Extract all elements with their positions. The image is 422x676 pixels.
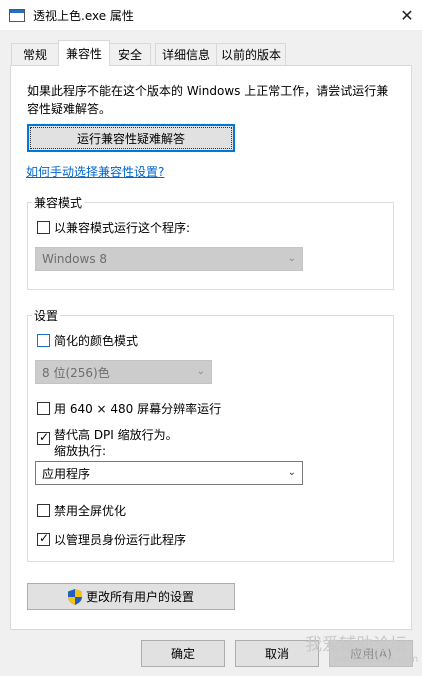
dpi-override-label: 替代高 DPI 缩放行为。	[54, 428, 178, 442]
color-depth-select: 8 位(256)色 ⌄	[35, 360, 212, 384]
compat-mode-checkbox[interactable]	[37, 221, 50, 234]
intro-text: 如果此程序不能在这个版本的 Windows 上正常工作，请尝试运行兼容性疑难解答…	[27, 84, 389, 116]
settings-group-title: 设置	[32, 307, 61, 324]
manual-settings-link[interactable]: 如何手动选择兼容性设置?	[26, 163, 164, 180]
checkmark-icon: ✓	[39, 531, 50, 545]
exe-window-icon	[9, 9, 25, 22]
change-all-users-label: 更改所有用户的设置	[85, 590, 194, 604]
fullscreen-opt-label: 禁用全屏优化	[54, 504, 127, 518]
reduced-color-label: 简化的颜色模式	[54, 334, 139, 348]
tab-previous-versions[interactable]: 以前的版本	[216, 43, 286, 65]
compat-mode-label: 以兼容模式运行这个程序:	[54, 221, 191, 235]
run-as-admin-label: 以管理员身份运行此程序	[54, 533, 187, 547]
change-all-users-button[interactable]: 更改所有用户的设置	[27, 583, 235, 610]
dpi-override-checkbox[interactable]: ✓	[37, 430, 50, 445]
dpi-scaling-select[interactable]: 应用程序 ⌄	[35, 461, 303, 485]
tab-security[interactable]: 安全	[109, 43, 151, 65]
res-640-checkbox[interactable]	[37, 402, 50, 415]
run-troubleshooter-button[interactable]: 运行兼容性疑难解答	[27, 124, 235, 152]
chevron-down-icon: ⌄	[196, 366, 205, 377]
tab-compatibility[interactable]: 兼容性	[58, 40, 110, 66]
os-version-value: Windows 8	[42, 252, 108, 266]
res-640-label: 用 640 × 480 屏幕分辨率运行	[54, 402, 222, 416]
dpi-scaling-value: 应用程序	[42, 466, 91, 481]
compat-mode-group	[27, 202, 394, 290]
reduced-color-checkbox[interactable]	[37, 334, 50, 347]
os-version-select: Windows 8 ⌄	[35, 247, 303, 271]
watermark-url: www.52fzba.com	[333, 654, 419, 665]
fullscreen-opt-checkbox[interactable]	[37, 504, 50, 517]
chevron-down-icon: ⌄	[287, 467, 296, 478]
close-button[interactable]: ✕	[392, 0, 422, 30]
window-title: 透视上色.exe 属性	[33, 9, 134, 23]
dpi-scaling-label: 缩放执行:	[54, 444, 107, 458]
uac-shield-icon	[67, 588, 82, 605]
color-depth-value: 8 位(256)色	[42, 365, 110, 380]
run-as-admin-checkbox[interactable]: ✓	[37, 531, 50, 546]
ok-button[interactable]: 确定	[141, 640, 225, 667]
tab-details[interactable]: 详细信息	[155, 43, 217, 65]
compat-mode-group-title: 兼容模式	[32, 194, 85, 211]
watermark-text: 我爱辅助论坛	[305, 635, 407, 655]
checkmark-icon: ✓	[39, 430, 50, 444]
tab-general[interactable]: 常规	[11, 43, 59, 65]
chevron-down-icon: ⌄	[287, 253, 296, 264]
